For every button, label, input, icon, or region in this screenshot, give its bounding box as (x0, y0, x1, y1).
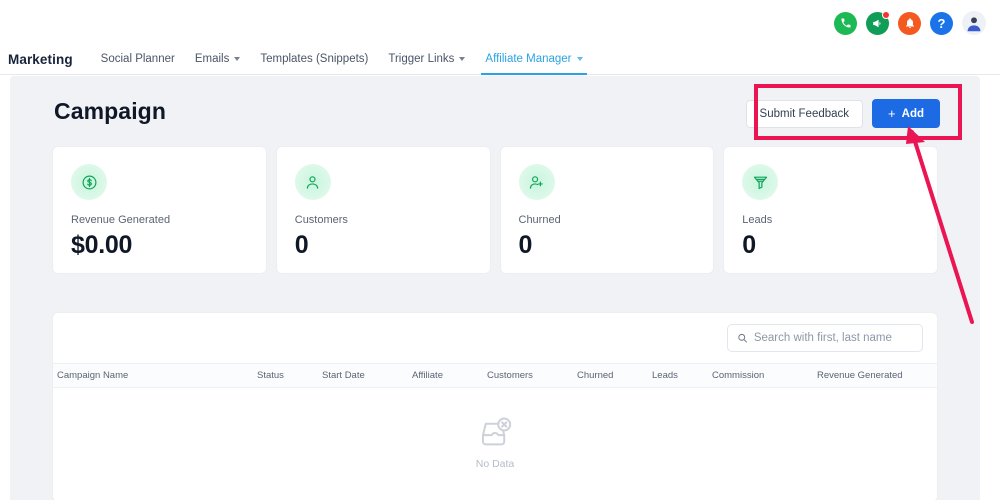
table-header-customers: Customers (483, 370, 573, 381)
top-icon-group: ? (834, 11, 986, 35)
submit-feedback-button[interactable]: Submit Feedback (746, 100, 864, 128)
avatar[interactable] (962, 11, 986, 35)
nav-item-label: Social Planner (101, 53, 175, 65)
help-icon[interactable]: ? (930, 12, 953, 35)
nav-item-templates-snippets[interactable]: Templates (Snippets) (250, 44, 378, 75)
page-header-actions: Submit Feedback + Add (746, 99, 940, 128)
metric-label: Leads (742, 214, 919, 226)
no-data-icon (478, 416, 512, 450)
metric-label: Revenue Generated (71, 214, 248, 226)
nav-item-emails[interactable]: Emails (185, 44, 251, 75)
nav-item-label: Templates (Snippets) (260, 53, 368, 65)
table-header-leads: Leads (648, 370, 708, 381)
metric-value: 0 (295, 231, 472, 260)
table-header-start-date: Start Date (318, 370, 408, 381)
affiliate-manager-campaign-page: ? Marketing Social Planner Emails Templa… (0, 0, 1000, 500)
nav-item-label: Affiliate Manager (485, 53, 571, 65)
metric-card-leads: Leads 0 (723, 146, 938, 274)
user-icon (295, 164, 331, 200)
page-title: Campaign (54, 98, 166, 125)
nav-brand: Marketing (8, 52, 73, 67)
add-button[interactable]: + Add (872, 99, 940, 128)
bell-icon[interactable] (898, 12, 921, 35)
megaphone-icon[interactable] (866, 12, 889, 35)
phone-icon[interactable] (834, 12, 857, 35)
metric-value: $0.00 (71, 231, 248, 260)
dollar-circle-icon (71, 164, 107, 200)
top-utility-bar: ? (0, 0, 1000, 44)
table-header-row: Campaign Name Status Start Date Affiliat… (53, 363, 937, 388)
metric-value: 0 (519, 231, 696, 260)
marketing-nav: Marketing Social Planner Emails Template… (0, 44, 1000, 75)
metric-label: Churned (519, 214, 696, 226)
funnel-icon (742, 164, 778, 200)
table-header-campaign-name: Campaign Name (53, 370, 253, 381)
nav-item-label: Trigger Links (388, 53, 454, 65)
metric-value: 0 (742, 231, 919, 260)
table-toolbar (53, 313, 937, 363)
nav-item-social-planner[interactable]: Social Planner (91, 44, 185, 75)
search-box[interactable] (727, 324, 923, 352)
nav-item-trigger-links[interactable]: Trigger Links (378, 44, 475, 75)
table-header-status: Status (253, 370, 318, 381)
table-header-revenue-generated: Revenue Generated (813, 370, 903, 381)
search-icon (737, 332, 748, 344)
metric-card-churned: Churned 0 (500, 146, 715, 274)
chevron-down-icon (459, 57, 465, 61)
table-header-churned: Churned (573, 370, 648, 381)
metric-card-row: Revenue Generated $0.00 Customers 0 (52, 146, 938, 274)
metric-card-revenue-generated: Revenue Generated $0.00 (52, 146, 267, 274)
add-button-label: Add (902, 108, 924, 120)
user-plus-icon (519, 164, 555, 200)
chevron-down-icon (577, 57, 583, 61)
metric-label: Customers (295, 214, 472, 226)
no-data-label: No Data (476, 458, 515, 470)
chevron-down-icon (234, 57, 240, 61)
table-header-commission: Commission (708, 370, 813, 381)
nav-item-label: Emails (195, 53, 230, 65)
megaphone-badge (882, 11, 890, 19)
campaign-table-panel: Campaign Name Status Start Date Affiliat… (52, 312, 938, 500)
metric-card-customers: Customers 0 (276, 146, 491, 274)
search-input[interactable] (754, 332, 913, 344)
nav-item-affiliate-manager[interactable]: Affiliate Manager (475, 44, 592, 75)
plus-icon: + (888, 107, 896, 120)
table-empty-state: No Data (53, 388, 937, 498)
table-header-affiliate: Affiliate (408, 370, 483, 381)
